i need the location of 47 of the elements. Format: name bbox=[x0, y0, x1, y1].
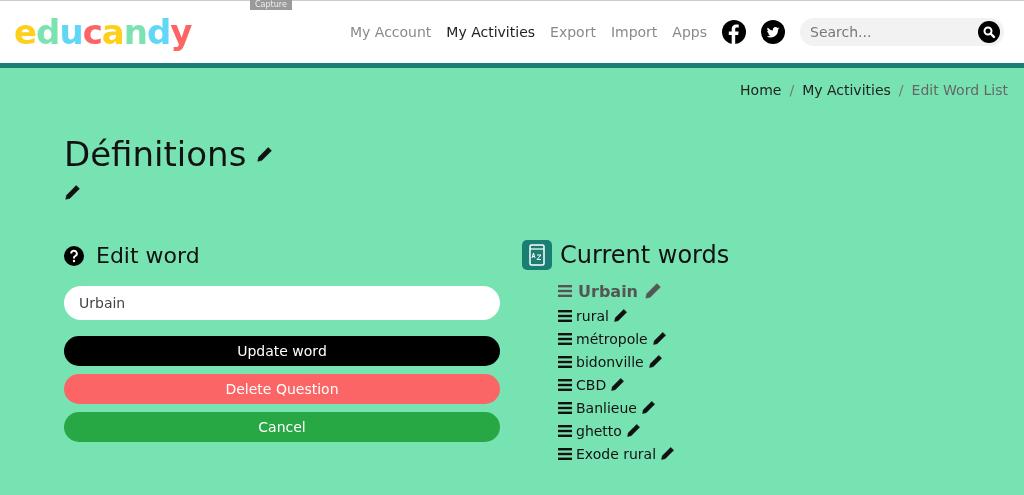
nav-link[interactable]: Export bbox=[550, 24, 596, 40]
word-item[interactable]: Urbain bbox=[578, 281, 638, 301]
drag-handle-icon[interactable] bbox=[558, 309, 572, 322]
pencil-icon[interactable] bbox=[610, 377, 626, 392]
pencil-icon[interactable] bbox=[256, 145, 274, 163]
dictionary-icon bbox=[522, 240, 552, 270]
breadcrumb-link[interactable]: Home bbox=[740, 82, 782, 98]
facebook-icon[interactable] bbox=[722, 20, 746, 44]
help-icon[interactable] bbox=[64, 245, 84, 266]
word-input[interactable]: Urbain bbox=[64, 286, 500, 320]
pencil-icon[interactable] bbox=[647, 354, 663, 369]
search-icon[interactable] bbox=[978, 21, 1000, 43]
section-heading: Edit word bbox=[96, 243, 200, 268]
drag-handle-icon[interactable] bbox=[558, 424, 572, 437]
nav-link[interactable]: My Activities bbox=[446, 24, 536, 40]
pencil-icon[interactable] bbox=[612, 308, 628, 323]
section-heading: Current words bbox=[560, 241, 730, 269]
drag-handle-icon[interactable] bbox=[558, 378, 572, 391]
breadcrumb-link[interactable]: My Activities bbox=[802, 82, 891, 98]
drag-handle-icon[interactable] bbox=[558, 285, 572, 297]
nav-link[interactable]: My Account bbox=[350, 24, 432, 40]
pencil-icon[interactable] bbox=[651, 331, 667, 346]
drag-handle-icon[interactable] bbox=[558, 332, 572, 345]
pencil-icon[interactable] bbox=[660, 446, 676, 461]
word-item[interactable]: métropole bbox=[576, 330, 648, 347]
nav-link[interactable]: Apps bbox=[672, 24, 707, 40]
pencil-icon[interactable] bbox=[625, 423, 641, 438]
breadcrumb-current: Edit Word List bbox=[911, 82, 1008, 98]
word-item[interactable]: rural bbox=[576, 307, 609, 324]
breadcrumb-separator: / bbox=[898, 82, 904, 98]
drag-handle-icon[interactable] bbox=[558, 447, 572, 460]
pencil-icon[interactable] bbox=[64, 184, 81, 201]
drag-handle-icon[interactable] bbox=[558, 355, 572, 368]
nav-link[interactable]: Import bbox=[610, 24, 658, 40]
breadcrumb-separator: / bbox=[789, 82, 795, 98]
drag-handle-icon[interactable] bbox=[558, 401, 572, 414]
word-item[interactable]: bidonville bbox=[576, 353, 644, 370]
page-title: Définitions bbox=[64, 134, 247, 174]
word-item[interactable]: Exode rural bbox=[576, 445, 657, 462]
action-button[interactable]: Update word bbox=[64, 336, 500, 366]
word-item[interactable]: ghetto bbox=[576, 422, 622, 439]
word-item[interactable]: Banlieue bbox=[576, 399, 637, 416]
word-item[interactable]: CBD bbox=[576, 376, 607, 393]
search-field[interactable]: Search... bbox=[800, 18, 1004, 46]
twitter-icon[interactable] bbox=[761, 20, 785, 44]
pencil-icon[interactable] bbox=[640, 400, 656, 415]
capture-tooltip: Capture bbox=[250, 0, 292, 10]
